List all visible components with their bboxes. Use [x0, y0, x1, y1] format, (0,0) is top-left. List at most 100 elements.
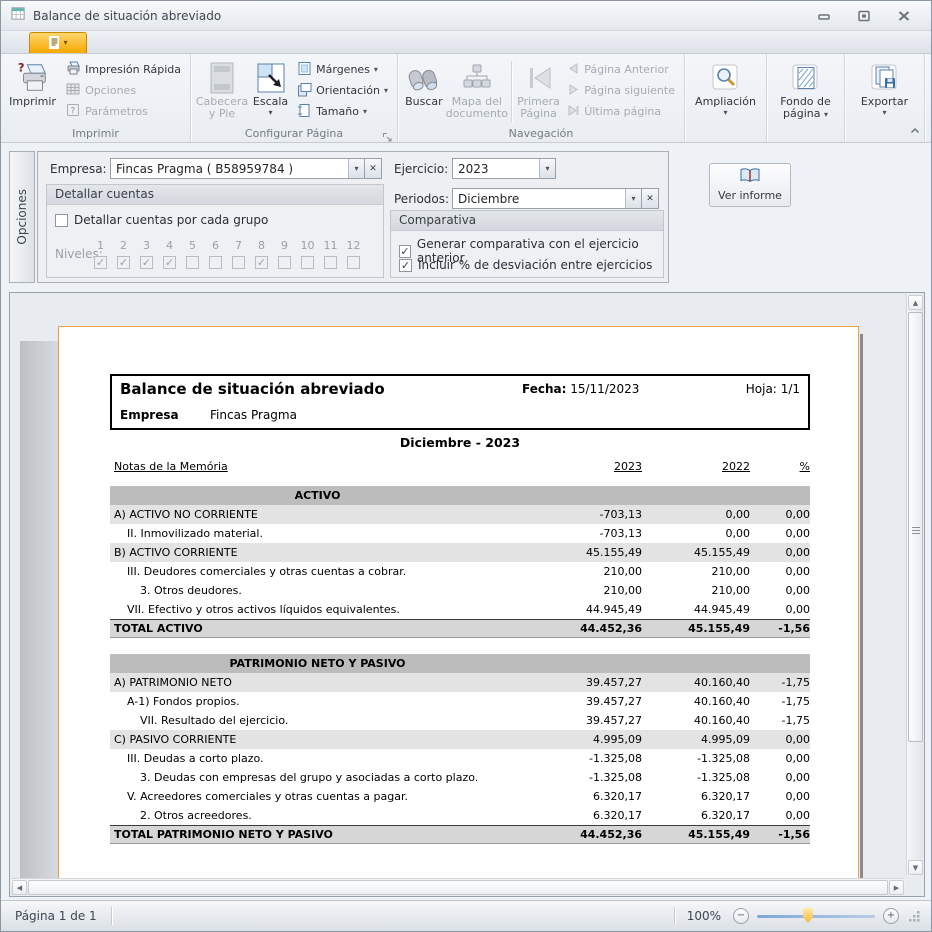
- periodos-combobox[interactable]: Diciembre ▾: [452, 188, 642, 209]
- document-menu-icon: [48, 34, 60, 53]
- niveles-checkboxes: 1✓2✓3✓4✓5678✓9101112: [89, 239, 365, 269]
- fondo-pagina-button[interactable]: Fondo de página ▾: [772, 57, 840, 120]
- horizontal-scrollbar[interactable]: ◀ ▶: [11, 878, 905, 895]
- detallar-checkbox-row[interactable]: Detallar cuentas por cada grupo: [55, 213, 268, 227]
- svg-text:?: ?: [71, 107, 76, 117]
- page-background-icon: [791, 60, 821, 96]
- chevron-down-icon[interactable]: ▾: [625, 189, 641, 208]
- report-section: ACTIVOA) ACTIVO NO CORRIENTE-703,130,000…: [110, 486, 810, 638]
- margins-icon: [297, 61, 312, 79]
- printer-icon: ?: [16, 60, 50, 96]
- group-label-navegacion: Navegación: [398, 126, 684, 142]
- impresion-rapida-button[interactable]: Impresión Rápida: [60, 59, 186, 80]
- scroll-right-icon[interactable]: ▶: [889, 880, 904, 895]
- report-row: A) PATRIMONIO NETO39.457,2740.160,40-1,7…: [110, 673, 810, 692]
- chevron-down-icon[interactable]: ▾: [539, 159, 555, 178]
- generar-comparativa-checkbox[interactable]: ✓: [399, 245, 411, 258]
- pagina-siguiente-button: Página siguiente: [562, 80, 680, 101]
- ribbon-group-fondo: Fondo de página ▾: [767, 54, 845, 142]
- opciones-vertical-tab[interactable]: Opciones: [9, 151, 35, 283]
- chevron-down-icon: ▾: [374, 65, 378, 74]
- report-row: III. Deudas a corto plazo.-1.325,08-1.32…: [110, 749, 810, 768]
- opciones-button: Opciones: [60, 80, 186, 101]
- zoom-slider-thumb[interactable]: [803, 908, 813, 923]
- ultima-pagina-button: Última página: [562, 101, 680, 122]
- periodos-clear-button[interactable]: ✕: [642, 188, 659, 209]
- report-header-box: Balance de situación abreviado Fecha: 15…: [110, 374, 810, 430]
- nivel-checkbox-8: 8✓: [250, 239, 273, 269]
- imprimir-button[interactable]: ? Imprimir: [5, 57, 60, 108]
- resize-grip[interactable]: [907, 909, 921, 923]
- horizontal-scrollbar-thumb[interactable]: [28, 880, 888, 895]
- svg-text:?: ?: [17, 61, 24, 74]
- report-row: 3. Otros deudores.210,00210,000,00: [110, 581, 810, 600]
- empresa-clear-button[interactable]: ✕: [365, 158, 382, 179]
- scale-icon: [255, 60, 287, 96]
- report-preview-area[interactable]: Balance de situación abreviado Fecha: 15…: [9, 292, 925, 897]
- comparativa-checkbox-row[interactable]: ✓ Incluir % de desviación entre ejercici…: [399, 258, 652, 272]
- quick-print-icon: [65, 60, 81, 79]
- options-grid-icon: [65, 81, 81, 100]
- orientacion-button[interactable]: Orientación ▾: [292, 80, 393, 101]
- zoom-in-button[interactable]: +: [883, 908, 899, 924]
- report-row: ACTIVO: [110, 486, 810, 505]
- report-row: B) ACTIVO CORRIENTE45.155,4945.155,490,0…: [110, 543, 810, 562]
- group-label-imprimir: Imprimir: [1, 126, 190, 142]
- nivel-checkbox-4: 4✓: [158, 239, 181, 269]
- empresa-combobox[interactable]: Fincas Pragma ( B58959784 ) ▾: [110, 158, 365, 179]
- app-icon: [11, 6, 26, 25]
- ejercicio-label: Ejercicio:: [394, 162, 448, 176]
- vertical-scrollbar[interactable]: ▲ ▼: [906, 294, 923, 876]
- report-table: ACTIVOA) ACTIVO NO CORRIENTE-703,130,000…: [110, 486, 810, 860]
- dialog-launcher-icon[interactable]: [382, 128, 394, 140]
- ver-informe-button[interactable]: Ver informe: [709, 163, 791, 207]
- zoom-out-button[interactable]: −: [733, 908, 749, 924]
- report-sheet: Hoja: 1/1: [746, 382, 800, 396]
- incluir-desviacion-checkbox[interactable]: ✓: [399, 259, 412, 272]
- first-page-icon: [524, 60, 554, 96]
- report-page: Balance de situación abreviado Fecha: 15…: [58, 326, 859, 879]
- binoculars-icon: [406, 60, 442, 96]
- pagina-anterior-button: Página Anterior: [562, 59, 680, 80]
- comparativa-group-title: Comparativa: [391, 211, 663, 231]
- detallar-checkbox[interactable]: [55, 214, 68, 227]
- ribbon-group-imprimir: ? Imprimir Impresión Rápida: [1, 54, 191, 142]
- parameters-icon: ?: [65, 102, 81, 121]
- app-window: Balance de situación abreviado ▾: [0, 0, 932, 932]
- chevron-down-icon: ▾: [824, 110, 828, 119]
- ribbon-collapse-button[interactable]: [907, 123, 923, 137]
- report-row: V. Acreedores comerciales y otras cuenta…: [110, 787, 810, 806]
- margenes-button[interactable]: Márgenes ▾: [292, 59, 393, 80]
- restore-button[interactable]: [855, 8, 873, 24]
- buscar-button[interactable]: Buscar: [402, 57, 446, 108]
- vertical-scrollbar-thumb[interactable]: [908, 312, 923, 742]
- ribbon-group-configurar: Cabecera y Pie Escala ▾ Márgenes: [191, 54, 398, 142]
- file-menu-tab[interactable]: ▾: [29, 32, 87, 53]
- nivel-checkbox-12: 12: [342, 239, 365, 269]
- chevron-down-icon[interactable]: ▾: [348, 159, 364, 178]
- scroll-down-icon[interactable]: ▼: [908, 860, 923, 875]
- open-book-icon: [740, 168, 760, 186]
- report-title: Balance de situación abreviado: [120, 380, 385, 398]
- export-icon: [870, 60, 900, 96]
- ampliacion-button[interactable]: Ampliación ▾: [693, 57, 759, 116]
- exportar-button[interactable]: Exportar ▾: [855, 57, 915, 116]
- scroll-up-icon[interactable]: ▲: [908, 295, 923, 310]
- cabecera-pie-button: Cabecera y Pie: [195, 57, 249, 120]
- report-column-headers: Notas de la Memória 2023 2022 %: [110, 460, 810, 473]
- tamano-button[interactable]: Tamaño ▾: [292, 101, 393, 122]
- page-shadow: [20, 341, 58, 879]
- ejercicio-combobox[interactable]: 2023 ▾: [452, 158, 556, 179]
- report-company: EmpresaFincas Pragma: [120, 408, 297, 422]
- report-row: II. Inmovilizado material.-703,130,000,0…: [110, 524, 810, 543]
- scroll-left-icon[interactable]: ◀: [12, 880, 27, 895]
- status-bar: Página 1 de 1 100% − +: [1, 900, 931, 931]
- mapa-documento-button: Mapa del documento: [446, 57, 508, 120]
- titlebar: Balance de situación abreviado: [1, 1, 931, 31]
- escala-button[interactable]: Escala ▾: [249, 57, 292, 116]
- zoom-slider[interactable]: [757, 908, 875, 924]
- minimize-button[interactable]: [815, 8, 833, 24]
- chevron-down-icon: ▾: [723, 109, 727, 116]
- chevron-down-icon: ▾: [363, 107, 367, 116]
- close-button[interactable]: [895, 8, 913, 24]
